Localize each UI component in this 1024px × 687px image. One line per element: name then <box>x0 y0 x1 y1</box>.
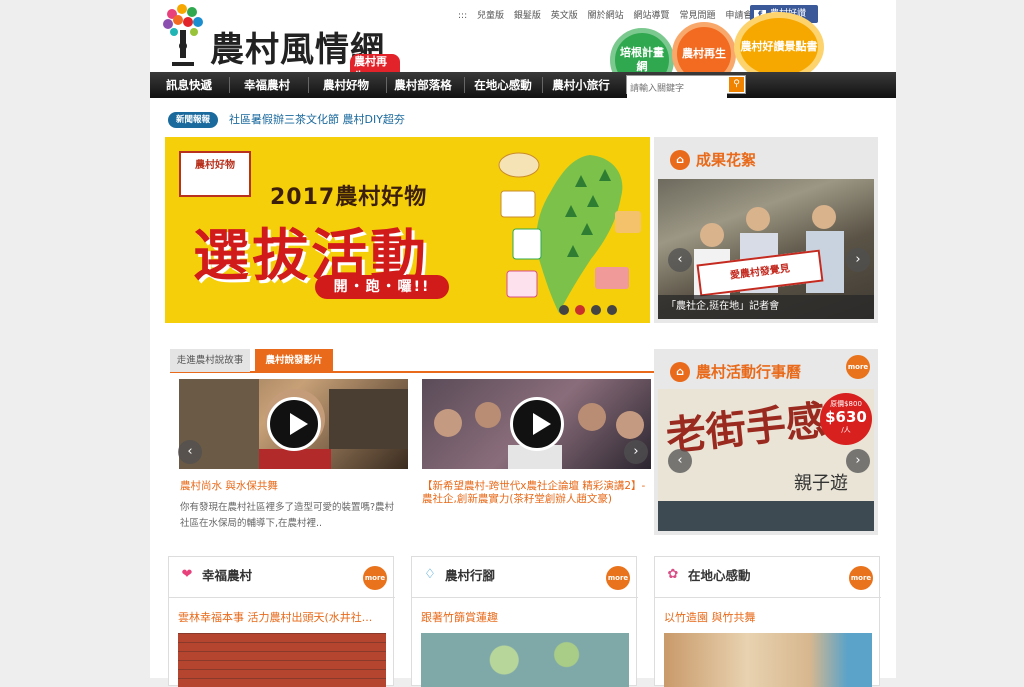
card-divider <box>412 597 638 598</box>
toplink-about[interactable]: 關於網站 <box>588 11 624 21</box>
card-image[interactable] <box>664 633 872 687</box>
price-badge: 原價$800 $630 /人 <box>820 393 872 445</box>
results-prev-button[interactable]: ‹ <box>668 248 692 272</box>
poster-title: 老街手感 <box>663 396 828 461</box>
tab-stories[interactable]: 走進農村說故事 <box>170 349 250 372</box>
banner-mini-logo: 農村好物 <box>179 151 251 197</box>
card-more-button[interactable]: more <box>606 566 630 590</box>
top-links-dots: ::: <box>458 11 468 21</box>
slide-dot[interactable] <box>559 305 569 315</box>
toplink-senior[interactable]: 銀髮版 <box>514 11 541 21</box>
video-thumb-2[interactable] <box>422 379 651 469</box>
video-title-1[interactable]: 農村尚水 與水保共舞 <box>180 480 408 493</box>
slide-dot[interactable] <box>591 305 601 315</box>
card-more-button[interactable]: more <box>849 566 873 590</box>
calendar-more-button[interactable]: more <box>846 355 870 379</box>
card-heading-text: 農村行腳 <box>445 568 496 583</box>
card-title-link[interactable]: 跟著竹篩賞蓮趣 <box>421 609 498 625</box>
toplink-english[interactable]: 英文版 <box>551 11 578 21</box>
results-heading-text: 成果花絮 <box>696 151 757 169</box>
nav-divider <box>464 77 465 93</box>
house-icon: ⌂ <box>670 361 690 382</box>
tree-logo-icon <box>163 4 203 66</box>
card-title-link[interactable]: 以竹造園 與竹共舞 <box>664 609 756 625</box>
banner-pill: 開・跑・囉!! <box>315 275 449 299</box>
poster-photo-strip <box>658 501 874 531</box>
nav-divider <box>386 77 387 93</box>
search-input[interactable] <box>627 80 727 98</box>
play-icon[interactable] <box>510 397 564 451</box>
hero-banner[interactable]: 農村好物 2017農村好物 選拔活動 開・跑・囉!! <box>165 137 650 323</box>
nav-item-happy-village[interactable]: 幸福農村 <box>230 72 304 98</box>
news-badge: 新聞報報 <box>168 112 218 128</box>
calendar-heading: ⌂ 農村活動行事曆 <box>670 361 801 382</box>
nav-divider <box>308 77 309 93</box>
videos-next-button[interactable]: › <box>624 440 648 464</box>
calendar-next-button[interactable]: › <box>846 449 870 473</box>
news-headline-link[interactable]: 社區暑假辦三茶文化節 農村DIY超夯 <box>229 112 405 128</box>
poster-subtitle: 親子遊 <box>794 473 848 494</box>
house-icon: ⌂ <box>670 149 690 170</box>
taiwan-map-illustration <box>498 152 641 313</box>
card-image[interactable] <box>178 633 386 687</box>
card-heading: ❤ 幸福農村 <box>177 565 252 584</box>
slide-dot[interactable] <box>607 305 617 315</box>
results-photo[interactable]: 愛農村發覺見 「農社企,挺在地」記者會 <box>658 179 874 319</box>
price-badge-unit: /人 <box>841 426 851 434</box>
page: 農村風情網 農村再生 ::: 兒童版 銀髮版 英文版 關於網站 網站導覽 常見問… <box>150 0 896 687</box>
results-box: ⌂ 成果花絮 愛農村發覺見 「農社企,挺在地」記者會 ‹ › <box>654 137 878 323</box>
calendar-heading-text: 農村活動行事曆 <box>696 363 802 381</box>
top-links: ::: 兒童版 銀髮版 英文版 關於網站 網站導覽 常見問題 申請會員 <box>458 8 768 21</box>
card-heading: ✿ 在地心感動 <box>663 565 751 584</box>
video-thumb-1[interactable] <box>179 379 408 469</box>
toplink-sitemap[interactable]: 網站導覽 <box>634 11 670 21</box>
search-box: ⚲ <box>626 75 746 98</box>
calendar-prev-button[interactable]: ‹ <box>668 449 692 473</box>
toplink-faq[interactable]: 常見問題 <box>679 11 715 21</box>
card-heading-text: 在地心感動 <box>688 568 751 583</box>
card-heading: ♢ 農村行腳 <box>420 565 495 584</box>
price-badge-price: $630 <box>825 408 867 426</box>
banner-slide-dots <box>559 305 617 315</box>
card-divider <box>169 597 395 598</box>
slide-dot-active[interactable] <box>575 305 585 315</box>
main-nav: 訊息快遞 幸福農村 農村好物 農村部落格 在地心感動 農村小旅行 ⚲ <box>150 72 896 98</box>
video-title-2[interactable]: 【新希望農村-跨世代x農社企論壇 精彩演講2】-農社企,創新農實力(茶籽堂創辦人… <box>422 480 648 506</box>
videos-prev-button[interactable]: ‹ <box>178 440 202 464</box>
hearts-icon: ❤ <box>181 566 193 582</box>
play-icon[interactable] <box>267 397 321 451</box>
card-heading-text: 幸福農村 <box>202 568 253 583</box>
banner-year-line: 2017農村好物 <box>270 185 428 210</box>
video-tabs: 走進農村說故事 農村說發影片 <box>170 347 654 373</box>
search-icon[interactable]: ⚲ <box>729 77 744 92</box>
nav-divider <box>542 77 543 93</box>
card-happy-village: ❤ 幸福農村 more 雲林幸福本事 活力農村出頭天(水井社... <box>168 556 395 687</box>
card-village-walk: ♢ 農村行腳 more 跟著竹篩賞蓮趣 <box>411 556 638 687</box>
card-more-button[interactable]: more <box>363 566 387 590</box>
results-next-button[interactable]: › <box>846 248 870 272</box>
tab-videos[interactable]: 農村說發影片 <box>255 349 333 372</box>
card-image[interactable] <box>421 633 629 687</box>
results-caption: 「農社企,挺在地」記者會 <box>658 295 874 319</box>
toplink-kids[interactable]: 兒童版 <box>477 11 504 21</box>
gift-icon: ✿ <box>667 566 679 582</box>
shoes-icon: ♢ <box>424 566 436 582</box>
card-divider <box>655 597 881 598</box>
results-heading: ⌂ 成果花絮 <box>670 149 756 170</box>
nav-item-blog[interactable]: 農村部落格 <box>388 72 458 98</box>
nav-item-good-products[interactable]: 農村好物 <box>310 72 382 98</box>
card-local-touch: ✿ 在地心感動 more 以竹造園 與竹共舞 <box>654 556 881 687</box>
nav-item-news[interactable]: 訊息快遞 <box>158 72 220 98</box>
price-badge-top: 原價$800 <box>830 400 862 408</box>
site-logo[interactable]: 農村風情網 農村再生 <box>160 2 400 84</box>
card-title-link[interactable]: 雲林幸福本事 活力農村出頭天(水井社... <box>178 609 372 625</box>
calendar-box: ⌂ 農村活動行事曆 more 老街手感 原價$800 $630 /人 親子遊 ‹… <box>654 349 878 535</box>
nav-item-local-touch[interactable]: 在地心感動 <box>466 72 540 98</box>
nav-item-small-trip[interactable]: 農村小旅行 <box>544 72 618 98</box>
video-desc-1: 你有發現在農村社區裡多了造型可愛的裝置嗎?農村社區在水保局的輔導下,在農村裡.. <box>180 502 395 529</box>
